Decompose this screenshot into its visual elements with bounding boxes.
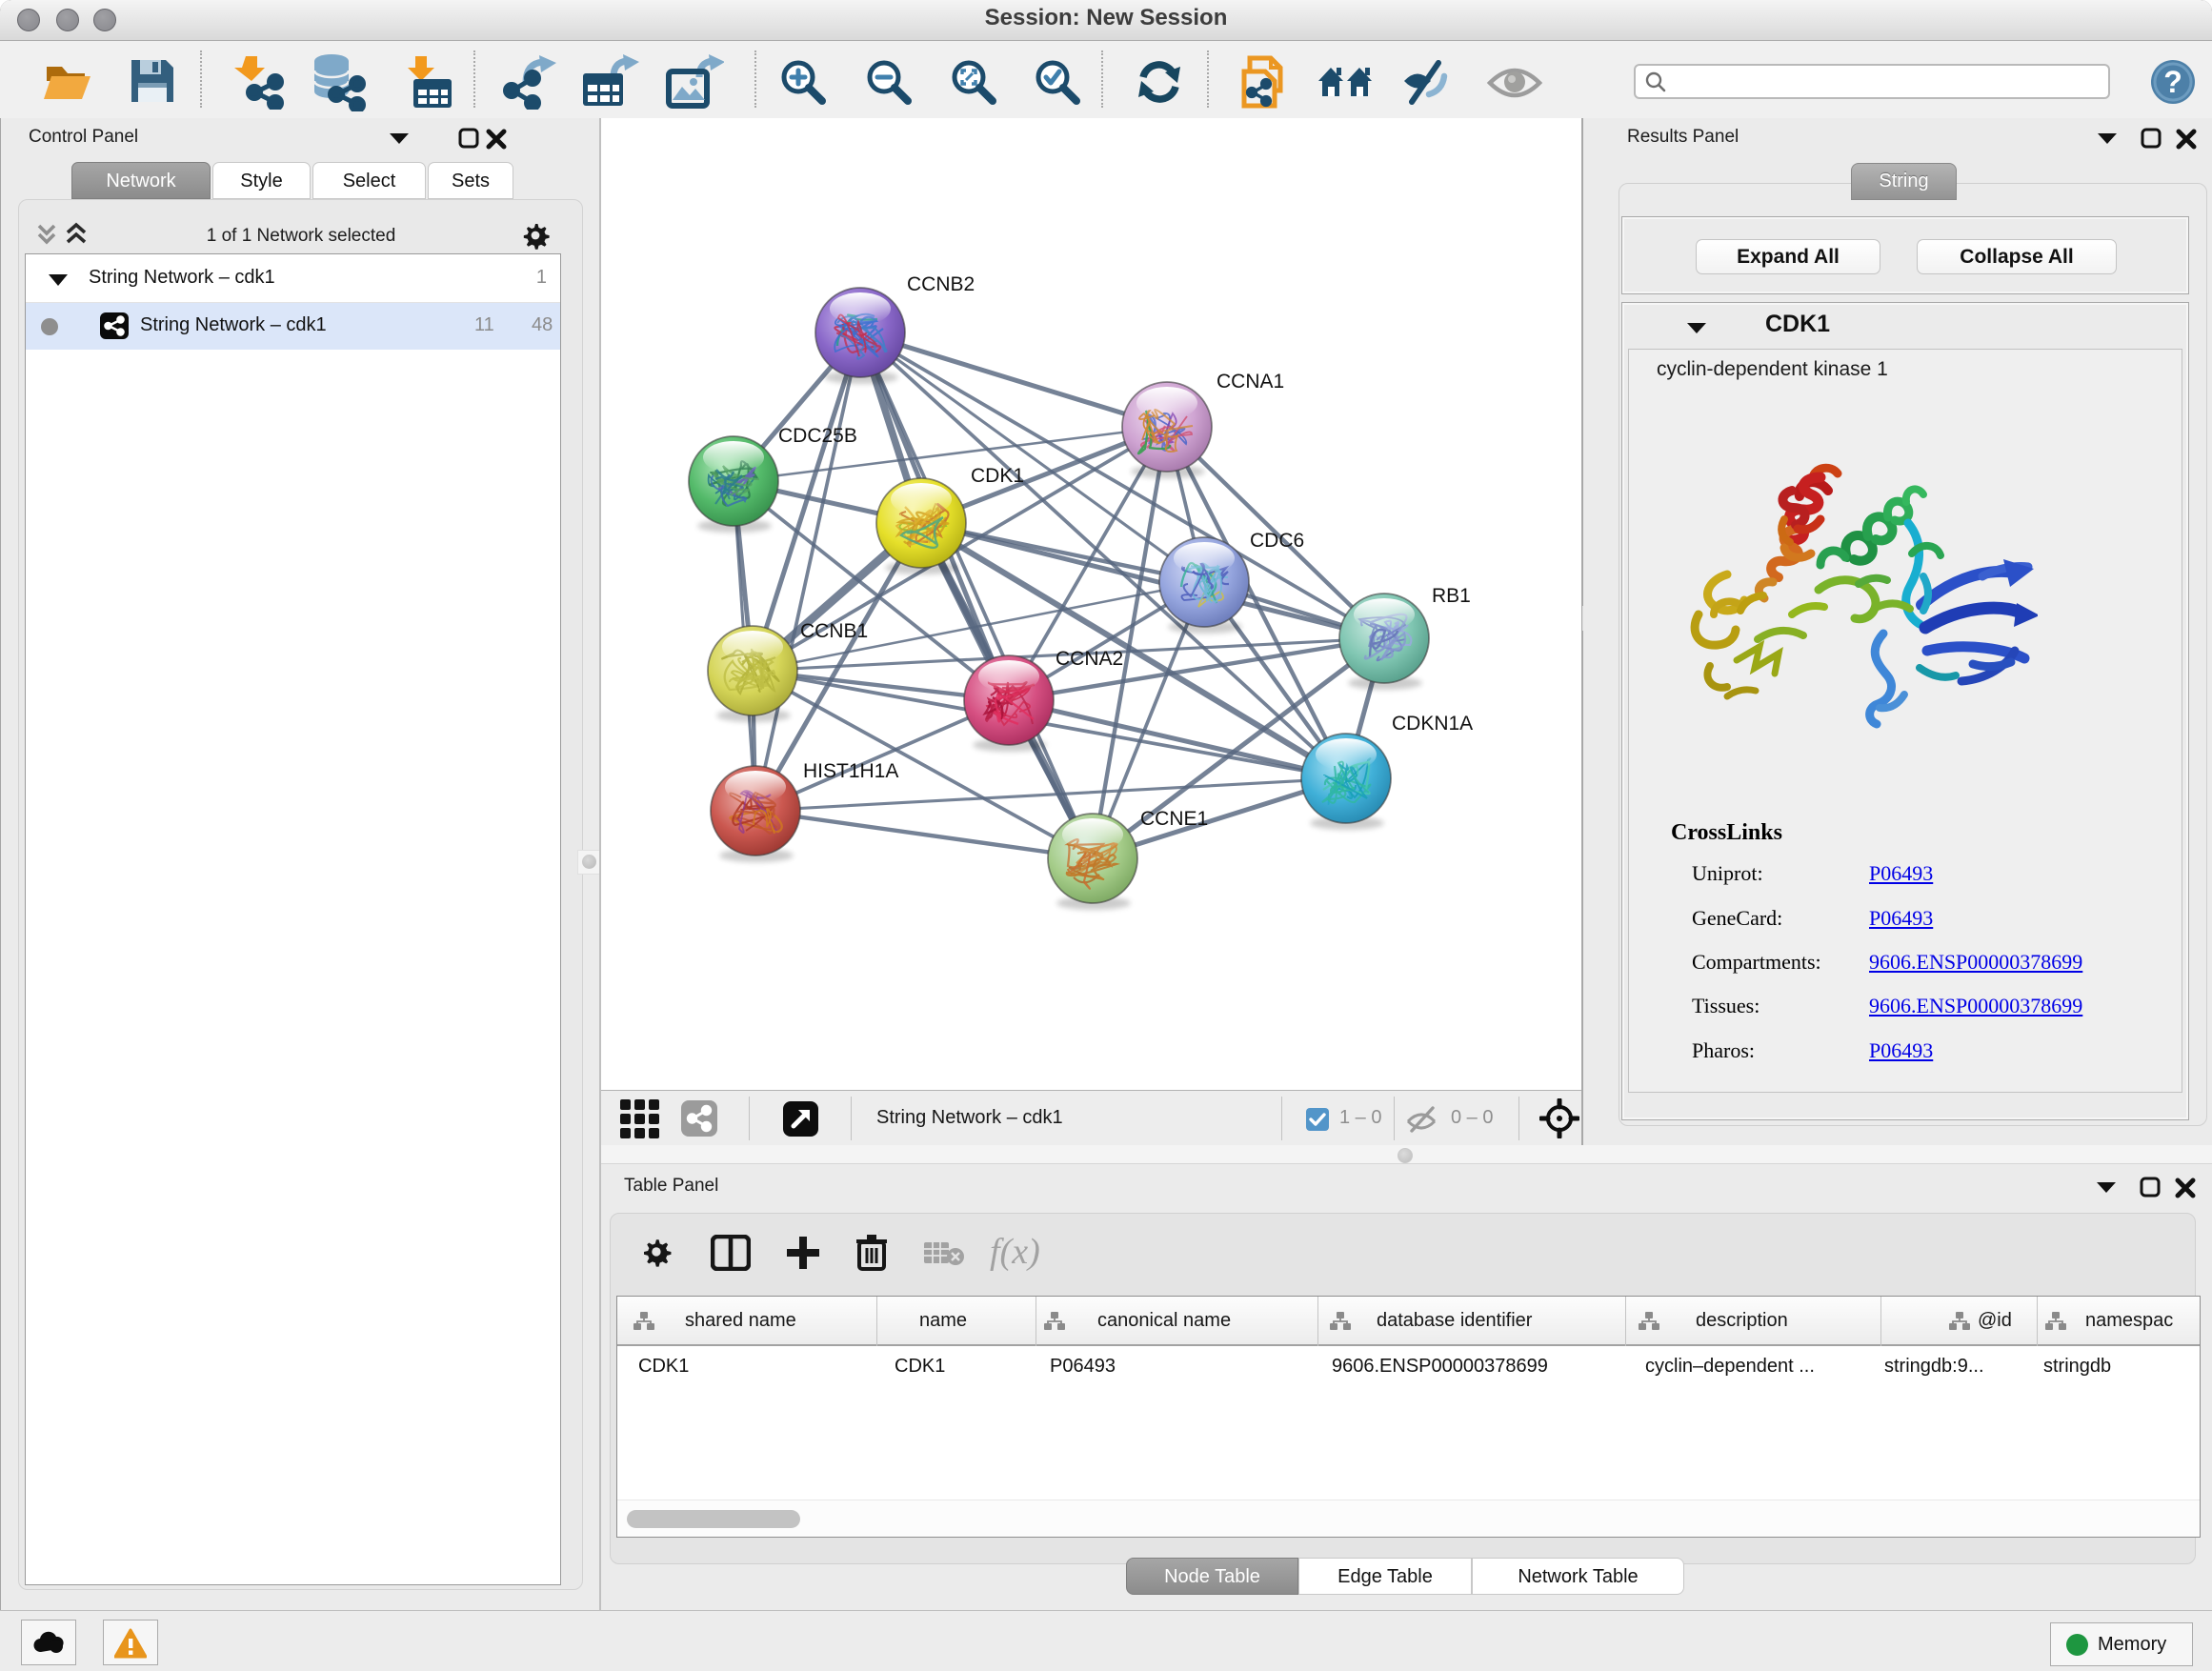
svg-text:CCNA1: CCNA1 — [1217, 371, 1284, 393]
svg-text:CDC6: CDC6 — [1250, 530, 1304, 552]
svg-text:CDC25B: CDC25B — [778, 425, 857, 447]
svg-text:RB1: RB1 — [1432, 585, 1471, 607]
svg-text:CCNB2: CCNB2 — [907, 273, 975, 295]
svg-text:HIST1H1A: HIST1H1A — [803, 760, 898, 782]
svg-text:?: ? — [2163, 65, 2182, 99]
svg-text:CDK1: CDK1 — [971, 465, 1024, 487]
svg-text:CCNE1: CCNE1 — [1140, 808, 1208, 830]
svg-text:CDKN1A: CDKN1A — [1392, 713, 1473, 735]
svg-text:CCNB1: CCNB1 — [800, 620, 868, 642]
svg-text:CCNA2: CCNA2 — [1056, 648, 1123, 670]
